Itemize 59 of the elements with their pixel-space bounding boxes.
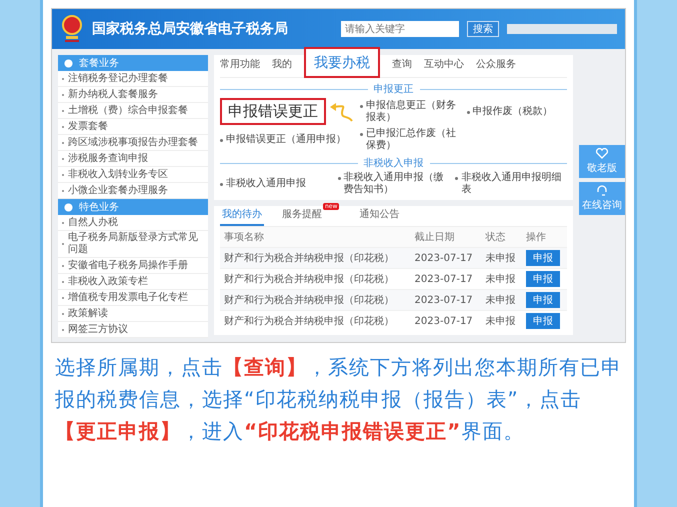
column-header: 操作: [522, 227, 567, 248]
column-header: 事项名称: [220, 227, 411, 248]
site-title: 国家税务总局安徽省电子税务局: [92, 20, 289, 38]
sidebar-link[interactable]: 涉税服务查询申报: [68, 152, 148, 164]
declare-button[interactable]: 申报: [526, 250, 560, 266]
table-cell: 未申报: [481, 310, 522, 331]
menu-link[interactable]: 非税收入通用申报明细表: [461, 172, 567, 196]
column-header: 状态: [481, 227, 522, 248]
group-title: 特色业务: [79, 200, 119, 214]
menu-link[interactable]: 申报错误更正（通用申报）: [226, 134, 346, 146]
table-cell: 财产和行为税合并纳税申报（印花税）: [220, 248, 411, 268]
declare-button[interactable]: 申报: [526, 292, 560, 308]
sidebar-link[interactable]: 发票套餐: [68, 120, 108, 132]
tab[interactable]: 通知公告: [357, 207, 402, 226]
section-title: 非税收入申报: [364, 156, 424, 170]
table-cell: 2023-07-17: [410, 248, 482, 268]
table-cell: 2023-07-17: [410, 310, 482, 331]
sidebar-link[interactable]: 非税收入政策专栏: [68, 276, 148, 288]
menu-link[interactable]: 申报作废（税款）: [472, 106, 552, 118]
search-button[interactable]: 搜索: [467, 21, 499, 37]
sidebar-link[interactable]: 政策解读: [68, 308, 108, 320]
sidebar-link[interactable]: 网签三方协议: [68, 324, 128, 336]
group-title: 套餐业务: [79, 56, 119, 70]
sidebar-link[interactable]: 注销税务登记办理套餐: [68, 72, 168, 84]
heart-icon: [596, 148, 608, 159]
emblem-icon: [60, 14, 84, 44]
table-cell: 财产和行为税合并纳税申报（印花税）: [220, 310, 411, 331]
sidebar-link[interactable]: 非税收入划转业务专区: [68, 168, 168, 180]
sidebar-link[interactable]: 电子税务局新版登录方式常见问题: [68, 232, 204, 256]
menu-link[interactable]: 非税收入通用申报（缴费告知书）: [344, 172, 450, 196]
nav-tab[interactable]: 常用功能: [220, 55, 260, 75]
nav-tab[interactable]: 互动中心: [424, 55, 464, 75]
table-cell: 未申报: [481, 248, 522, 268]
sidebar-link[interactable]: 安徽省电子税务局操作手册: [68, 260, 188, 272]
nav-tab[interactable]: 查询: [392, 55, 412, 75]
table-cell: 未申报: [481, 290, 522, 310]
instruction-text: 选择所属期，点击【查询】，系统下方将列出您本期所有已申报的税费信息，选择“印花税纳税申报（报告）表”，点击【更正申报】，进入“印花税申报错误更正”界面。: [55, 354, 622, 445]
menu-link[interactable]: 申报信息更正（财务报表）: [366, 100, 460, 124]
sidebar-link[interactable]: 自然人办税: [68, 216, 118, 228]
sidebar-link[interactable]: 土增税（费）综合申报套餐: [68, 104, 188, 116]
search-field[interactable]: 请输入关键字: [341, 21, 459, 37]
sidebar-link[interactable]: 跨区域涉税事项报告办理套餐: [68, 136, 198, 148]
sidebar-link[interactable]: 新办纳税人套餐服务: [68, 88, 158, 100]
sidebar-link[interactable]: 小微企业套餐办理服务: [68, 184, 168, 196]
declare-button[interactable]: 申报: [526, 313, 560, 329]
nav-tab[interactable]: 我的: [272, 55, 292, 75]
headset-icon: [596, 185, 608, 196]
table-cell: 2023-07-17: [410, 290, 482, 310]
sidebar-link[interactable]: 增值税专用发票电子化专栏: [68, 292, 188, 304]
column-header: 截止日期: [410, 227, 482, 248]
nav-tab[interactable]: 公众服务: [476, 55, 516, 75]
curved-arrow-icon: [328, 100, 354, 122]
tab-callout: 我要办税: [304, 47, 380, 78]
table-cell: 财产和行为税合并纳税申报（印花税）: [220, 290, 411, 310]
menu-link[interactable]: 非税收入通用申报: [226, 178, 306, 190]
section-title: 申报更正: [374, 82, 414, 96]
menu-link[interactable]: 已申报汇总作废（社保费）: [366, 128, 460, 152]
declare-button[interactable]: 申报: [526, 271, 560, 287]
callout-label: 申报错误更正: [220, 98, 326, 125]
